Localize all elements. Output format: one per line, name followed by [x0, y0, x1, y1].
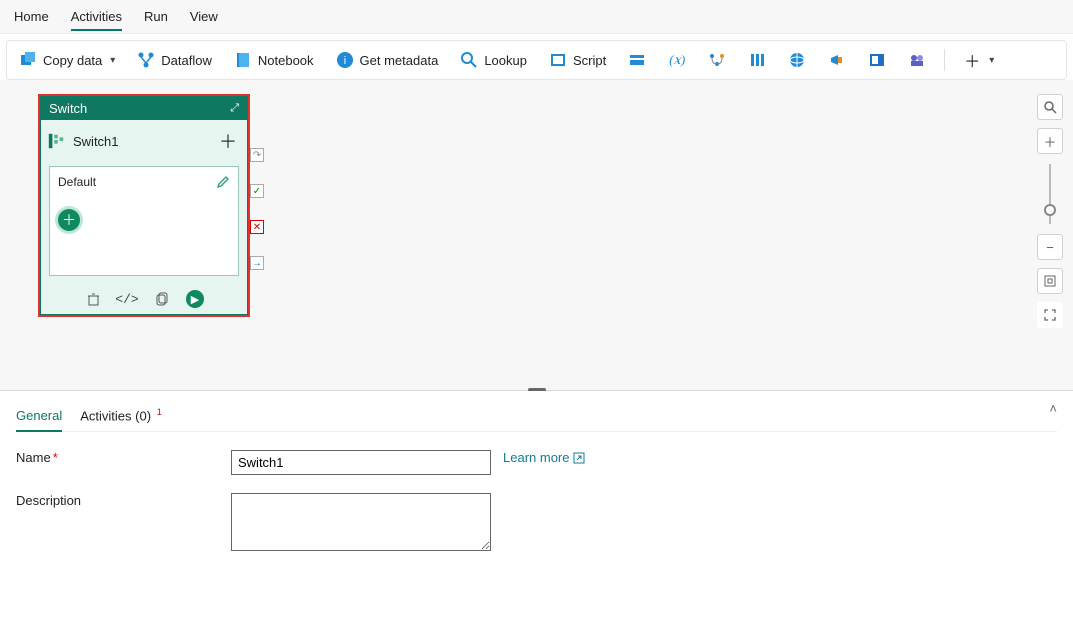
description-label: Description: [16, 493, 231, 508]
required-indicator: *: [53, 450, 58, 465]
copy-data-icon: [19, 51, 37, 69]
switch-activity-node[interactable]: Switch ⤢ Switch1 ＋ Default: [38, 94, 250, 317]
panel-tab-activities-badge: 1: [157, 407, 162, 417]
delete-icon[interactable]: [84, 290, 102, 308]
lookup-label: Lookup: [484, 53, 527, 68]
copy-data-button[interactable]: Copy data ▾: [13, 47, 121, 73]
toolbar-add-button[interactable]: ＋ ▾: [957, 47, 1000, 73]
add-activity-button[interactable]: ＋: [58, 209, 80, 231]
copy-data-label: Copy data: [43, 53, 102, 68]
dataflow-icon: [137, 51, 155, 69]
learn-more-link[interactable]: Learn more: [503, 450, 585, 465]
plus-icon: ＋: [963, 51, 981, 69]
canvas-search-button[interactable]: [1037, 94, 1063, 120]
info-icon: i: [336, 51, 354, 69]
lookup-button[interactable]: Lookup: [454, 47, 533, 73]
script-icon: [549, 51, 567, 69]
svg-text:i: i: [343, 55, 345, 67]
toolbar-icon-6[interactable]: [822, 47, 852, 73]
script-label: Script: [573, 53, 606, 68]
node-type-label: Switch: [49, 101, 87, 116]
toolbar-variable[interactable]: (𝑥): [662, 47, 692, 73]
fullscreen-button[interactable]: [1037, 302, 1063, 328]
default-case-box[interactable]: Default ＋: [49, 166, 239, 276]
node-footer: </> ▶: [41, 284, 247, 314]
globe-icon: [788, 51, 806, 69]
node-name-label: Switch1: [73, 134, 119, 149]
tab-run[interactable]: Run: [144, 3, 168, 30]
description-row: Description: [16, 493, 1057, 551]
zoom-out-button[interactable]: −: [1037, 234, 1063, 260]
toolbar-separator: [944, 49, 945, 71]
pipeline-canvas[interactable]: Switch ⤢ Switch1 ＋ Default: [0, 80, 1073, 390]
panel-tabs: General Activities (0) 1: [16, 399, 1057, 432]
add-case-button[interactable]: ＋: [219, 128, 237, 154]
search-icon: [460, 51, 478, 69]
zoom-slider-thumb[interactable]: [1044, 204, 1056, 216]
notebook-button[interactable]: Notebook: [228, 47, 320, 73]
copy-icon[interactable]: [152, 290, 170, 308]
teams-icon: [908, 51, 926, 69]
canvas-controls: ＋ −: [1037, 94, 1063, 328]
learn-more-label: Learn more: [503, 450, 569, 465]
toolbar-icon-8[interactable]: [902, 47, 932, 73]
description-input[interactable]: [231, 493, 491, 551]
toolbar-icon-4[interactable]: [742, 47, 772, 73]
megaphone-icon: [828, 51, 846, 69]
output-handle-skip[interactable]: ↷: [250, 148, 264, 162]
dataflow-label: Dataflow: [161, 53, 212, 68]
name-label-text: Name: [16, 450, 51, 465]
get-metadata-button[interactable]: i Get metadata: [330, 47, 445, 73]
switch-icon: [47, 132, 65, 150]
expand-icon[interactable]: ⤢: [230, 102, 239, 115]
chevron-down-icon: ▾: [989, 55, 994, 66]
variable-icon: (𝑥): [668, 51, 686, 69]
properties-panel: ˄ General Activities (0) 1 Name* Learn m…: [0, 391, 1073, 631]
pipeline-icon: [708, 51, 726, 69]
toolbar-icon-1[interactable]: [622, 47, 652, 73]
pencil-icon[interactable]: [216, 175, 230, 189]
zoom-slider[interactable]: [1049, 164, 1051, 224]
dataflow-button[interactable]: Dataflow: [131, 47, 218, 73]
output-handle-success[interactable]: ✓: [250, 184, 264, 198]
node-output-handles: ↷ ✓ ✕ →: [250, 94, 264, 270]
top-tabs: Home Activities Run View: [0, 0, 1073, 34]
get-metadata-label: Get metadata: [360, 53, 439, 68]
name-label: Name*: [16, 450, 231, 465]
notebook-icon: [234, 51, 252, 69]
panel-tab-activities-label: Activities: [80, 408, 131, 423]
toolbar-icon-3[interactable]: [702, 47, 732, 73]
columns-icon: [748, 51, 766, 69]
name-row: Name* Learn more: [16, 450, 1057, 475]
activities-toolbar: Copy data ▾ Dataflow Notebook i Get meta…: [6, 40, 1067, 80]
node-header: Switch ⤢: [41, 97, 247, 120]
panel-tab-general[interactable]: General: [16, 400, 62, 431]
output-handle-failure[interactable]: ✕: [250, 220, 264, 234]
tab-view[interactable]: View: [190, 3, 218, 30]
tab-home[interactable]: Home: [14, 3, 49, 30]
panel-tab-activities-count: (0): [135, 408, 151, 423]
zoom-in-button[interactable]: ＋: [1037, 128, 1063, 154]
toolbar-icon-5[interactable]: [782, 47, 812, 73]
toolbar-icon-7[interactable]: [862, 47, 892, 73]
fit-to-screen-button[interactable]: [1037, 268, 1063, 294]
card-icon: [628, 51, 646, 69]
tab-activities[interactable]: Activities: [71, 3, 122, 30]
chevron-down-icon: ▾: [110, 55, 115, 66]
notebook-label: Notebook: [258, 53, 314, 68]
panel-tab-activities[interactable]: Activities (0) 1: [80, 399, 161, 431]
run-icon[interactable]: ▶: [186, 290, 204, 308]
external-link-icon: [573, 452, 585, 464]
output-handle-completion[interactable]: →: [250, 256, 264, 270]
outlook-icon: [868, 51, 886, 69]
collapse-panel-button[interactable]: ˄: [1049, 401, 1057, 416]
code-icon[interactable]: </>: [118, 290, 136, 308]
default-case-label: Default: [58, 175, 96, 189]
script-button[interactable]: Script: [543, 47, 612, 73]
name-input[interactable]: [231, 450, 491, 475]
